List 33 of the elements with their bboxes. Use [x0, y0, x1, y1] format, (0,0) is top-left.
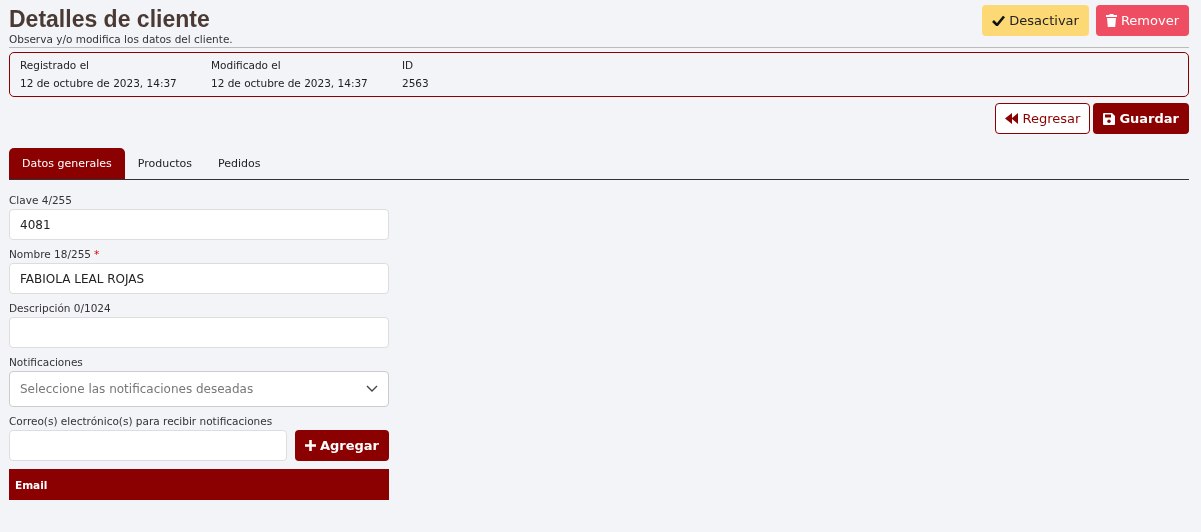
deactivate-button[interactable]: Desactivar	[982, 5, 1089, 36]
field-label: Notificaciones	[9, 356, 83, 368]
chevron-down-icon	[366, 385, 378, 393]
column-header: Email	[15, 478, 48, 491]
info-label: Modificado el	[211, 59, 282, 71]
tab[interactable]: Datos generales	[9, 148, 125, 179]
add-button[interactable]: Agregar	[294, 430, 389, 461]
info-value: 12 de octubre de 2023, 14:37	[20, 77, 178, 89]
remove-button[interactable]: Remover	[1095, 5, 1189, 36]
text-field[interactable]: FABIOLA LEAL ROJAS	[9, 263, 389, 294]
field-label: Nombre 18/255	[9, 248, 91, 260]
check-icon	[992, 15, 1006, 26]
back-button[interactable]: Regresar	[994, 103, 1091, 134]
required-mark: *	[94, 248, 100, 262]
field-label: Descripción 0/1024	[9, 302, 111, 314]
save-button[interactable]: Guardar	[1093, 103, 1189, 134]
page-title: Detalles de cliente	[9, 5, 211, 33]
field-label: Correo(s) electrónico(s) para recibir notificaciones	[9, 415, 273, 427]
text-field[interactable]	[9, 317, 389, 348]
rewind-icon	[1004, 113, 1019, 124]
select-field[interactable]: Seleccione las notificaciones deseadas	[9, 371, 389, 407]
trash-icon	[1105, 14, 1117, 27]
text-field[interactable]: 4081	[9, 209, 389, 240]
field-label: Clave 4/255	[9, 194, 72, 206]
plus-icon	[304, 440, 316, 451]
info-label: ID	[402, 59, 415, 71]
info-value: 2563	[402, 77, 430, 89]
info-value: 12 de octubre de 2023, 14:37	[211, 77, 369, 89]
page-subtitle: Observa y/o modifica los datos del cliente.	[9, 33, 233, 45]
email-field[interactable]	[9, 430, 287, 461]
tab[interactable]: Pedidos	[205, 148, 274, 179]
tab[interactable]: Productos	[124, 148, 206, 179]
info-label: Registrado el	[20, 59, 90, 71]
